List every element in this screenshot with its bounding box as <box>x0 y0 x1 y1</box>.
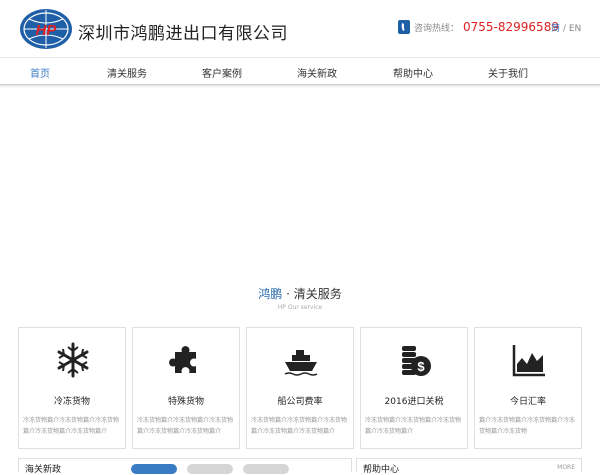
news-tab[interactable] <box>243 464 289 474</box>
card-title: 2016进口关税 <box>384 397 444 407</box>
card-description: 篇介冷冻货物篇介冷冻货物篇介冷冻货物篇介冷冻货物 <box>479 417 576 435</box>
card-description: 冷冻货物篇介冷冻货物篇介冷冻货物篇介冷冻货物篇介冷冻货物篇介 <box>23 417 120 435</box>
company-logo[interactable]: HP <box>19 8 73 50</box>
logo-lettering: HP <box>36 22 58 39</box>
card-title: 冷冻货物 <box>53 397 90 407</box>
language-switcher: 简 / EN <box>551 21 581 34</box>
hotline-number[interactable]: 0755-82996589 <box>463 20 559 34</box>
phone-icon <box>398 20 410 34</box>
card-title: 特殊货物 <box>167 397 204 407</box>
hotline-label: 咨询热线： <box>414 23 460 34</box>
section-title: 鸿鹏 · 清关服务 <box>0 285 600 302</box>
nav-item-about-us[interactable]: 关于我们 <box>488 65 528 80</box>
coins-icon: $ <box>402 346 431 376</box>
service-card-special[interactable]: 特殊货物 冷冻货物篇介冷冻货物篇介冷冻货物篇介冷冻货物篇介冷冻货物篇介 <box>132 327 240 449</box>
service-card-shipping-rates[interactable]: 船公司费率 冷冻货物篇介冷冻货物篇介冷冻货物篇介冷冻货物篇介冷冻货物篇介 <box>246 327 354 449</box>
card-description: 冷冻货物篇介冷冻货物篇介冷冻货物篇介冷冻货物篇介冷冻货物篇介 <box>137 417 234 435</box>
nav-item-home[interactable]: 首页 <box>30 65 50 80</box>
section-dot: · <box>282 287 294 301</box>
nav-item-customer-cases[interactable]: 客户案例 <box>202 65 242 80</box>
more-link[interactable]: MORE <box>557 464 575 471</box>
nav-item-customs-policy[interactable]: 海关新政 <box>297 65 337 80</box>
service-card-frozen[interactable]: 冷冻货物 冷冻货物篇介冷冻货物篇介冷冻货物篇介冷冻货物篇介冷冻货物篇介 <box>18 327 126 449</box>
ship-icon <box>284 350 318 376</box>
section-subtitle: HP Our service <box>277 304 323 311</box>
main-nav: 首页 清关服务 客户案例 海关新政 帮助中心 关于我们 <box>0 57 600 85</box>
news-tab[interactable] <box>187 464 233 474</box>
card-description: 冷冻货物篇介冷冻货物篇介冷冻货物篇介冷冻货物篇介 <box>365 417 462 435</box>
puzzle-icon <box>169 346 196 373</box>
lang-separator: / <box>562 24 566 34</box>
company-name: 深圳市鸿鹏进出口有限公司 <box>78 24 288 44</box>
snowflake-icon <box>57 342 89 378</box>
nav-item-help-center[interactable]: 帮助中心 <box>393 65 433 80</box>
card-title: 今日汇率 <box>509 397 546 407</box>
service-card-exchange-rate[interactable]: 今日汇率 篇介冷冻货物篇介冷冻货物篇介冷冻货物篇介冷冻货物 <box>474 327 582 449</box>
customs-news-panel: 海关新政 <box>18 458 352 475</box>
service-card-import-tariff[interactable]: $ 2016进口关税 冷冻货物篇介冷冻货物篇介冷冻货物篇介冷冻货物篇介 <box>360 327 468 449</box>
nav-item-customs-service[interactable]: 清关服务 <box>107 65 147 80</box>
lang-chinese-link[interactable]: 简 <box>551 24 560 34</box>
svg-text:$: $ <box>417 359 425 374</box>
chart-icon <box>512 345 545 377</box>
news-tab-active[interactable] <box>131 464 177 474</box>
nav-shadow <box>0 85 600 88</box>
section-brand: 鸿鹏 <box>258 287 283 301</box>
hotline: 咨询热线： 0755-82996589 <box>398 19 559 35</box>
card-title: 船公司费率 <box>277 397 323 407</box>
lang-english-link[interactable]: EN <box>569 24 581 34</box>
site-header: HP 深圳市鸿鹏进出口有限公司 咨询热线： 0755-82996589 简 / … <box>0 0 600 57</box>
section-title-text: 清关服务 <box>293 287 342 301</box>
help-center-panel: 帮助中心 MORE <box>356 458 582 475</box>
card-description: 冷冻货物篇介冷冻货物篇介冷冻货物篇介冷冻货物篇介冷冻货物篇介 <box>251 417 348 435</box>
